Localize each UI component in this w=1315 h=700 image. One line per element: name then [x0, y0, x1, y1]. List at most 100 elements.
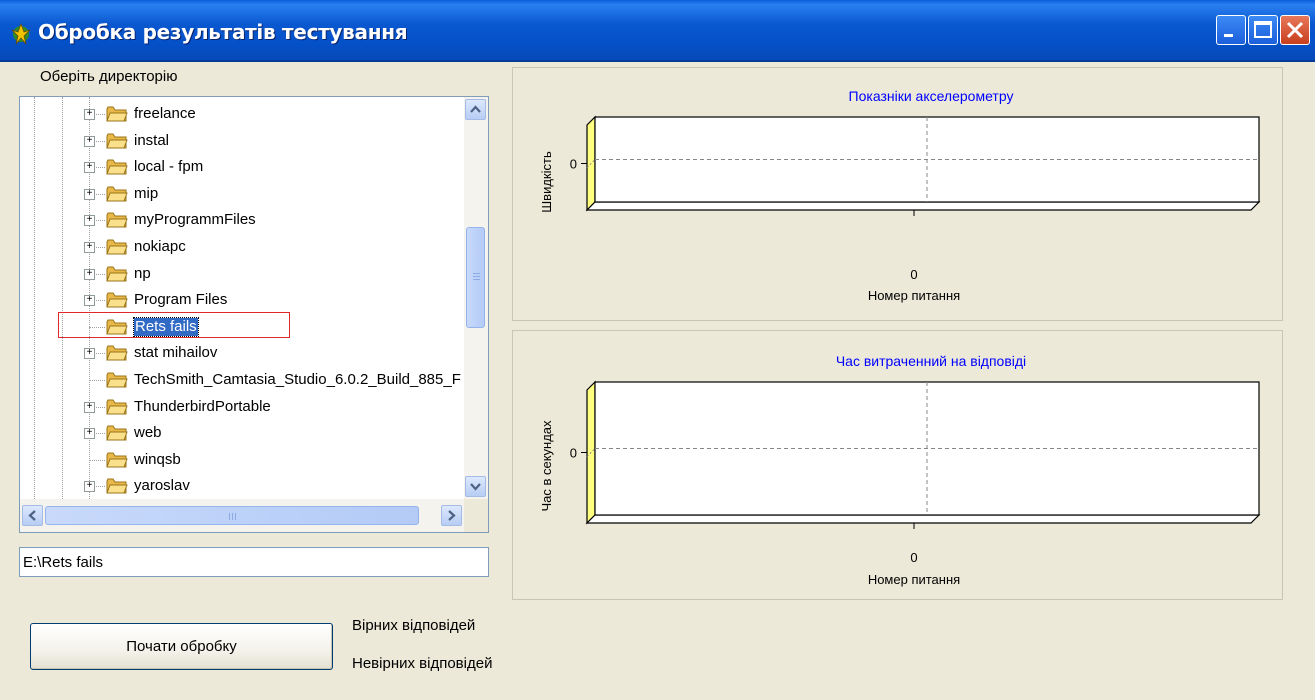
folder-icon	[106, 345, 128, 361]
tree-item-label: instal	[134, 131, 170, 149]
x-axis-label: Номер питання	[868, 288, 960, 303]
expand-plus-icon[interactable]: +	[84, 428, 95, 440]
tree-item-label: freelance	[134, 105, 196, 122]
chart-floor	[585, 201, 1261, 211]
path-field[interactable]	[19, 547, 489, 577]
close-button[interactable]	[1280, 15, 1310, 45]
correct-answers-label: Вірних відповідей	[352, 617, 476, 634]
chevron-up-icon	[470, 105, 481, 113]
folder-icon	[106, 425, 128, 441]
x-tick-label: 0	[910, 550, 917, 565]
app-icon	[11, 22, 31, 45]
tree-item-label: yaroslav	[134, 477, 190, 495]
expand-plus-icon[interactable]: +	[84, 109, 95, 120]
expand-plus-icon[interactable]: +	[84, 348, 95, 360]
close-icon	[1286, 21, 1304, 39]
accelerometer-chart: Показніки акселерометру 0 0 Номер питання Шв…	[539, 88, 1261, 303]
tree-item[interactable]: + nokiapc	[20, 234, 470, 260]
directory-label: Оберіть директорію	[40, 68, 178, 85]
maximize-button[interactable]	[1248, 15, 1278, 45]
expand-plus-icon[interactable]: +	[84, 481, 95, 493]
answer-time-chart-panel: Час витраченний на відповіді 0 0 Номер пита…	[512, 330, 1283, 600]
chevron-left-icon	[28, 510, 36, 521]
expand-plus-icon[interactable]: +	[84, 268, 95, 280]
tree-item-label: Program Files	[134, 291, 228, 309]
tree-item[interactable]: + local - fpm	[20, 154, 470, 180]
y-axis-label: Час в секундах	[539, 420, 554, 512]
folder-icon	[106, 266, 128, 282]
expand-plus-icon[interactable]: +	[84, 401, 95, 413]
folder-icon	[106, 106, 128, 122]
tree-item-label: mip	[134, 184, 159, 202]
tree-item[interactable]: + instal	[20, 128, 470, 154]
minimize-icon	[1224, 34, 1233, 37]
folder-icon	[106, 212, 128, 228]
accelerometer-chart-panel: Показніки акселерометру 0 0 Номер питання Шв…	[512, 67, 1283, 321]
vertical-scroll-thumb[interactable]	[466, 227, 485, 328]
scrollbar-corner	[464, 499, 488, 532]
y-tick-label: 0	[570, 157, 577, 172]
horizontal-scroll-thumb[interactable]	[45, 506, 419, 525]
scroll-up-button[interactable]	[465, 99, 486, 120]
tree-item[interactable]: + web	[20, 420, 470, 446]
x-axis-label: Номер питання	[868, 572, 960, 587]
scroll-left-button[interactable]	[22, 505, 43, 526]
incorrect-answers-label: Невірних відповідей	[352, 655, 493, 672]
maximize-icon	[1254, 21, 1272, 38]
expand-plus-icon[interactable]: +	[84, 162, 95, 174]
answer-time-chart: Час витраченний на відповіді 0 0 Номер пита…	[539, 353, 1261, 587]
folder-icon	[106, 133, 128, 149]
expand-plus-icon[interactable]: +	[84, 135, 95, 147]
tree-item-label: nokiapc	[134, 238, 186, 255]
folder-icon	[106, 399, 128, 415]
tree-item-label: myProgrammFiles	[134, 211, 256, 229]
chevron-right-icon	[448, 510, 456, 521]
chevron-down-icon	[470, 483, 481, 491]
folder-icon	[106, 186, 128, 202]
scroll-down-button[interactable]	[465, 476, 486, 497]
expand-plus-icon[interactable]: +	[84, 188, 95, 200]
tree-item-label: ThunderbirdPortable	[134, 397, 271, 415]
chart-title: Показніки акселерометру	[849, 88, 1014, 104]
tree-item[interactable]: + yaroslav	[20, 473, 470, 499]
title-bar[interactable]: Обробка результатів тестування	[0, 0, 1315, 62]
folder-icon	[106, 452, 128, 468]
window-title: Обробка результатів тестування	[38, 20, 408, 44]
y-axis-label: Швидкість	[539, 151, 554, 213]
folder-icon	[106, 239, 128, 255]
expand-plus-icon[interactable]: +	[84, 215, 95, 227]
tree-item-label: winqsb	[134, 450, 181, 468]
horizontal-scrollbar[interactable]	[20, 499, 464, 532]
minimize-button[interactable]	[1216, 15, 1246, 45]
tree-item-label: local - fpm	[134, 158, 204, 176]
scroll-right-button[interactable]	[441, 505, 462, 526]
expand-plus-icon[interactable]: +	[84, 242, 95, 253]
expand-plus-icon[interactable]: +	[84, 295, 95, 307]
chart-title: Час витраченний на відповіді	[836, 353, 1026, 369]
selection-annotation-box	[58, 312, 290, 338]
tree-item[interactable]: + myProgrammFiles	[20, 207, 470, 233]
tree-item[interactable]: winqsb	[20, 447, 470, 473]
x-tick-label: 0	[910, 267, 917, 282]
tree-item[interactable]: TechSmith_Camtasia_Studio_6.0.2_Build_88…	[20, 367, 470, 393]
vertical-scrollbar[interactable]	[464, 97, 488, 499]
folder-icon	[106, 159, 128, 175]
tree-item-label: web	[134, 424, 162, 442]
folder-icon	[106, 372, 128, 388]
tree-connector	[89, 380, 105, 381]
tree-item[interactable]: + np	[20, 261, 470, 287]
folder-icon	[106, 292, 128, 308]
tree-connector	[89, 459, 105, 461]
tree-item-label: stat mihailov	[134, 344, 218, 362]
chart-floor	[585, 514, 1261, 524]
tree-item-label: np	[134, 264, 151, 282]
tree-item[interactable]: + mip	[20, 181, 470, 207]
tree-item[interactable]: + Program Files	[20, 287, 470, 313]
tree-item[interactable]: + stat mihailov	[20, 340, 470, 366]
folder-icon	[106, 478, 128, 494]
y-tick-label: 0	[570, 446, 577, 461]
start-processing-button[interactable]: Почати обробку	[30, 623, 333, 670]
tree-item[interactable]: + freelance	[20, 101, 470, 127]
tree-item-label: TechSmith_Camtasia_Studio_6.0.2_Build_88…	[134, 371, 461, 388]
tree-item[interactable]: + ThunderbirdPortable	[20, 394, 470, 420]
